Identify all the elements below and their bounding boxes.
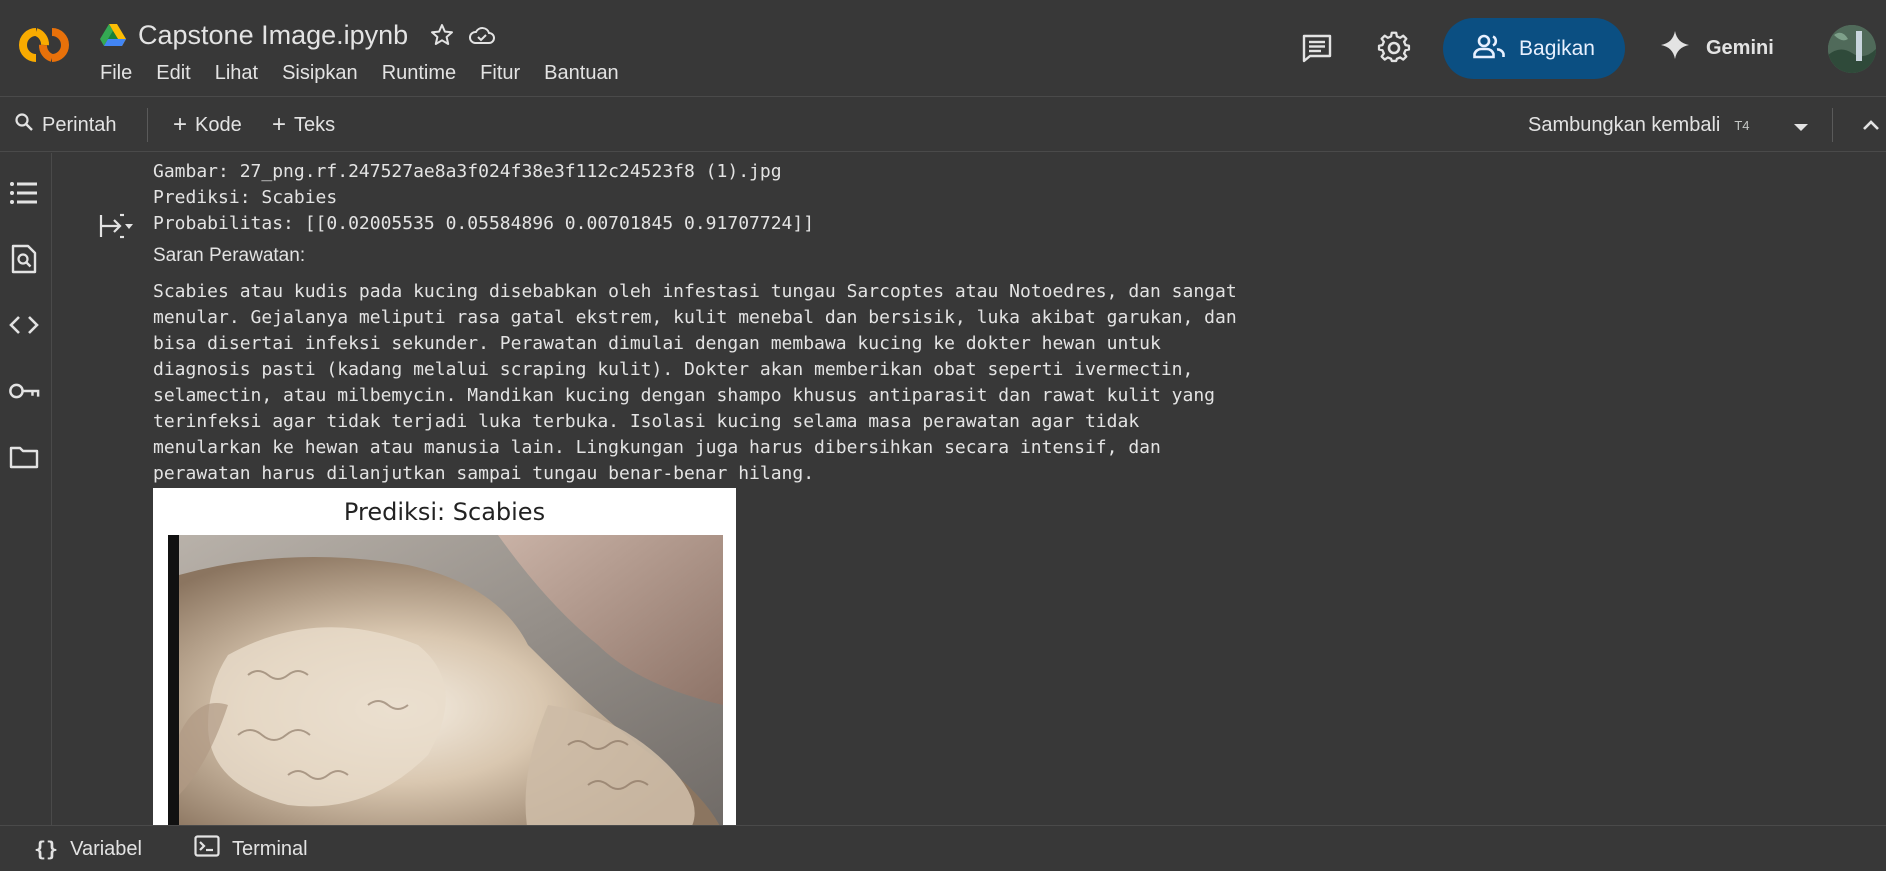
image-filename-line: Gambar: 27_png.rf.247527ae8a3f024f38e3f1… (153, 161, 782, 182)
command-palette-button[interactable]: Perintah (14, 112, 117, 138)
drive-icon[interactable] (100, 24, 126, 46)
advice-line: bisa disertai infeksi sekunder. Perawata… (153, 333, 1161, 354)
stdout-text: Gambar: 27_png.rf.247527ae8a3f024f38e3f1… (153, 159, 814, 237)
avatar[interactable] (1828, 25, 1876, 73)
figure-title: Prediksi: Scabies (343, 498, 546, 526)
advice-line: perawatan harus dilanjutkan sampai tunga… (153, 463, 815, 484)
menu-tools[interactable]: Fitur (480, 62, 520, 85)
braces-icon: {} (34, 837, 59, 861)
menu-bar: File Edit Lihat Sisipkan Runtime Fitur B… (100, 62, 619, 85)
variables-label: Variabel (70, 837, 142, 860)
prediction-line: Prediksi: Scabies (153, 187, 338, 208)
add-text-button[interactable]: + Teks (272, 112, 335, 138)
gemini-label: Gemini (1706, 36, 1774, 59)
advice-paragraph: Scabies atau kudis pada kucing disebabka… (153, 279, 1353, 487)
probability-line: Probabilitas: [[0.02005535 0.05584896 0.… (153, 213, 815, 234)
reconnect-label: Sambungkan kembali (1528, 113, 1721, 136)
sparkle-icon (1660, 30, 1690, 66)
code-icon[interactable] (8, 309, 40, 341)
toolbar-divider (147, 108, 148, 142)
advice-heading: Saran Perawatan: (153, 245, 306, 266)
find-icon[interactable] (8, 243, 40, 275)
menu-insert[interactable]: Sisipkan (282, 62, 358, 85)
key-icon[interactable] (8, 375, 40, 407)
plus-icon: + (272, 111, 287, 138)
comment-icon[interactable] (1299, 30, 1335, 66)
cat-skin-photo (168, 535, 723, 825)
menu-file[interactable]: File (100, 62, 132, 85)
chevron-up-icon[interactable] (1860, 114, 1882, 136)
notebook-title[interactable]: Capstone Image.ipynb (138, 20, 408, 51)
terminal-label: Terminal (232, 837, 308, 860)
output-icon[interactable] (98, 211, 134, 241)
add-code-label: Kode (195, 113, 242, 136)
terminal-icon (194, 835, 220, 863)
cloud-icon[interactable] (468, 21, 496, 49)
variables-button[interactable]: {} Variabel (34, 836, 142, 862)
terminal-button[interactable]: Terminal (194, 835, 308, 863)
toolbar-divider (1832, 108, 1833, 142)
toc-icon[interactable] (8, 177, 40, 209)
share-button[interactable]: Bagikan (1443, 18, 1625, 79)
bottom-bar: {} Variabel Terminal (0, 825, 1886, 871)
add-code-button[interactable]: + Kode (173, 112, 242, 138)
advice-line: terinfeksi agar tidak terjadi luka terbu… (153, 411, 1140, 432)
app-header: Capstone Image.ipynb File Edit Lihat Sis… (0, 0, 1886, 97)
left-sidebar (0, 153, 52, 825)
chevron-down-icon[interactable] (1790, 116, 1812, 138)
gemini-button[interactable]: Gemini (1660, 30, 1774, 66)
command-palette-label: Perintah (42, 113, 117, 136)
menu-view[interactable]: Lihat (215, 62, 258, 85)
search-icon (14, 112, 34, 138)
prediction-figure: Prediksi: Scabies (153, 488, 736, 825)
advice-line: menularkan ke hewan atau manusia lain. L… (153, 437, 1161, 458)
add-text-label: Teks (294, 113, 336, 136)
folder-icon[interactable] (8, 441, 40, 473)
share-label: Bagikan (1519, 36, 1595, 60)
colab-logo-icon[interactable] (12, 24, 76, 66)
menu-edit[interactable]: Edit (156, 62, 190, 85)
runtime-type: T4 (1734, 117, 1750, 133)
cell-output: Gambar: 27_png.rf.247527ae8a3f024f38e3f1… (53, 153, 1886, 825)
gear-icon[interactable] (1376, 30, 1412, 66)
advice-line: diagnosis pasti (kadang melalui scraping… (153, 359, 1194, 380)
title-row: Capstone Image.ipynb (100, 18, 496, 52)
advice-line: Scabies atau kudis pada kucing disebabka… (153, 281, 1237, 302)
notebook-toolbar: Perintah + Kode + Teks Sambungkan kembal… (0, 98, 1886, 152)
reconnect-button[interactable]: Sambungkan kembali T4 (1528, 112, 1750, 138)
menu-runtime[interactable]: Runtime (382, 62, 456, 85)
advice-line: selamectin, atau milbemycin. Mandikan ku… (153, 385, 1216, 406)
star-icon[interactable] (428, 21, 456, 49)
advice-line: menular. Gejalanya meliputi rasa gatal e… (153, 307, 1237, 328)
menu-help[interactable]: Bantuan (544, 62, 619, 85)
people-icon (1473, 33, 1505, 65)
plus-icon: + (173, 111, 188, 138)
